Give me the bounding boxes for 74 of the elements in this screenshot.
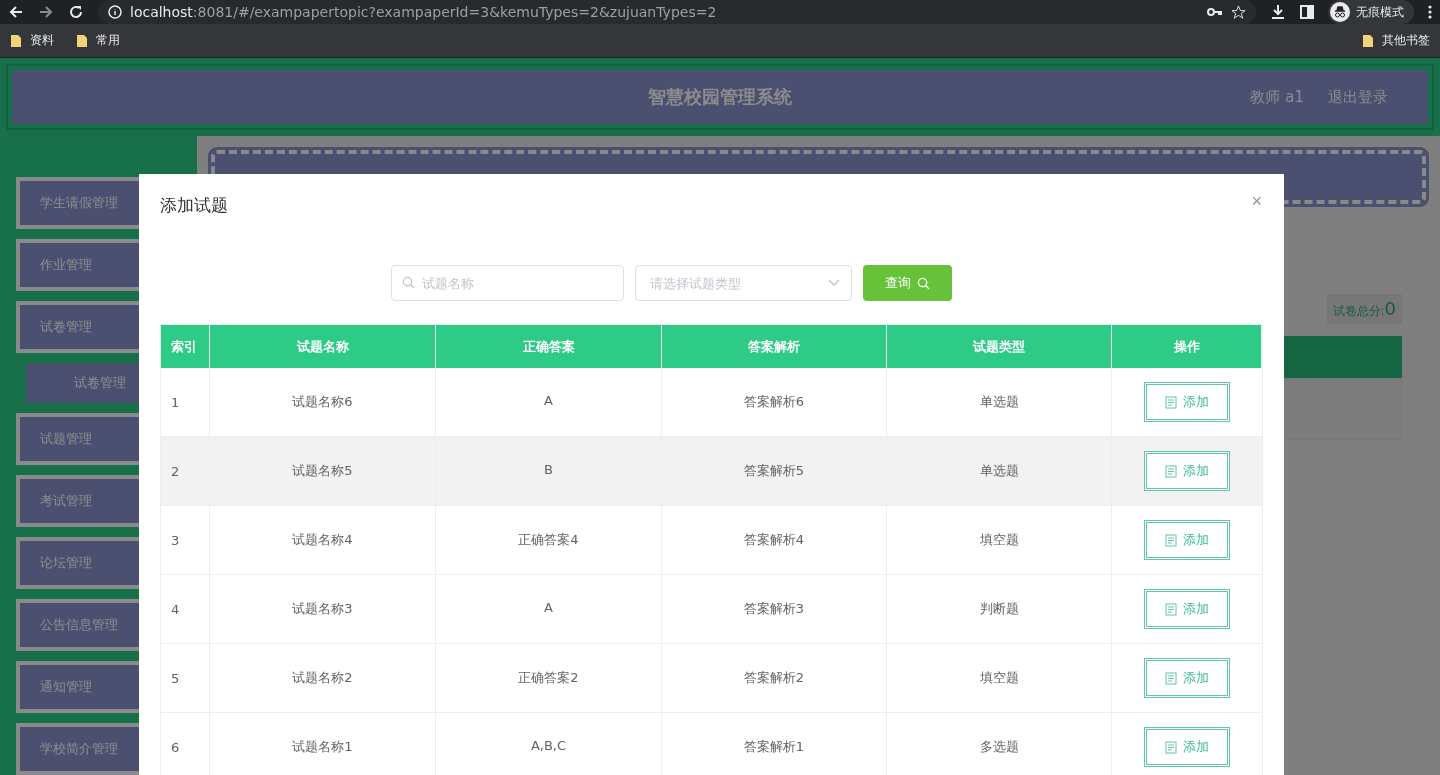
table-cell: 试题名称6 bbox=[210, 368, 436, 437]
user-name: 教师 a1 bbox=[1250, 87, 1304, 107]
add-button[interactable]: 添加 bbox=[1144, 658, 1230, 698]
table-cell: A bbox=[436, 575, 662, 644]
table-cell: 试题名称4 bbox=[210, 506, 436, 575]
other-bookmarks[interactable]: 其他书签 bbox=[1362, 32, 1430, 49]
folder-icon bbox=[10, 33, 22, 48]
search-field[interactable]: 试题名称 bbox=[391, 265, 624, 301]
query-button[interactable]: 查询 bbox=[863, 265, 952, 301]
search-icon bbox=[402, 276, 415, 289]
column-header: 答案解析 bbox=[662, 325, 887, 368]
add-button[interactable]: 添加 bbox=[1144, 727, 1230, 767]
column-header: 操作 bbox=[1112, 325, 1262, 368]
table-cell: 正确答案2 bbox=[436, 644, 662, 713]
table-cell: 3 bbox=[161, 506, 210, 575]
add-button[interactable]: 添加 bbox=[1144, 451, 1230, 491]
app-title: 智慧校园管理系统 bbox=[648, 85, 792, 109]
table-cell: 5 bbox=[161, 644, 210, 713]
document-icon bbox=[1165, 395, 1177, 409]
table-cell: 填空题 bbox=[887, 506, 1112, 575]
table-cell: 答案解析4 bbox=[662, 506, 887, 575]
table-cell: 2 bbox=[161, 437, 210, 506]
column-header: 索引 bbox=[161, 325, 210, 368]
incognito-label: 无痕模式 bbox=[1356, 3, 1404, 21]
side-panel-icon[interactable] bbox=[1300, 5, 1314, 19]
add-button[interactable]: 添加 bbox=[1144, 520, 1230, 560]
column-header: 正确答案 bbox=[436, 325, 662, 368]
chevron-down-icon bbox=[828, 279, 840, 287]
back-arrow-icon[interactable] bbox=[8, 4, 24, 20]
key-icon[interactable] bbox=[1207, 7, 1223, 17]
close-button[interactable]: × bbox=[1249, 190, 1264, 212]
document-icon bbox=[1165, 671, 1177, 685]
column-header: 试题名称 bbox=[210, 325, 436, 368]
table-cell: 单选题 bbox=[887, 437, 1112, 506]
table-cell: 答案解析5 bbox=[662, 437, 887, 506]
table-cell: 正确答案4 bbox=[436, 506, 662, 575]
info-icon[interactable] bbox=[108, 5, 122, 19]
table-cell: 4 bbox=[161, 575, 210, 644]
table-cell: A bbox=[436, 368, 662, 437]
reload-icon[interactable] bbox=[68, 4, 84, 20]
incognito-chip[interactable]: 无痕模式 bbox=[1328, 0, 1414, 24]
table-cell: 判断题 bbox=[887, 575, 1112, 644]
document-icon bbox=[1165, 740, 1177, 754]
table-cell: 答案解析2 bbox=[662, 644, 887, 713]
table-cell: 试题名称3 bbox=[210, 575, 436, 644]
add-button[interactable]: 添加 bbox=[1144, 382, 1230, 422]
folder-icon bbox=[76, 33, 88, 48]
document-icon bbox=[1165, 533, 1177, 547]
table-cell: 试题名称2 bbox=[210, 644, 436, 713]
more-menu-icon[interactable] bbox=[1428, 5, 1432, 19]
table-cell: 答案解析6 bbox=[662, 368, 887, 437]
table-cell: B bbox=[436, 437, 662, 506]
add-button[interactable]: 添加 bbox=[1144, 589, 1230, 629]
column-header: 试题类型 bbox=[887, 325, 1112, 368]
document-icon bbox=[1165, 464, 1177, 478]
table-cell: 试题名称5 bbox=[210, 437, 436, 506]
url-text: localhost:8081/#/exampapertopic?exampaperId=3&kemuTypes=2&zujuanTypes=2 bbox=[130, 4, 717, 20]
star-icon[interactable] bbox=[1231, 4, 1246, 20]
bookmark[interactable]: 常用 bbox=[76, 32, 120, 49]
table-cell: 单选题 bbox=[887, 368, 1112, 437]
document-icon bbox=[1165, 602, 1177, 616]
incognito-icon bbox=[1330, 2, 1350, 22]
table-cell: 填空题 bbox=[887, 644, 1112, 713]
type-select[interactable]: 请选择试题类型 bbox=[635, 265, 852, 301]
download-icon[interactable] bbox=[1270, 4, 1286, 20]
table-cell: 1 bbox=[161, 368, 210, 437]
total-score: 试卷总分:0 bbox=[1326, 294, 1402, 324]
forward-arrow-icon[interactable] bbox=[38, 4, 54, 20]
address-bar[interactable]: localhost:8081/#/exampapertopic?exampaperId=3&kemuTypes=2&zujuanTypes=2 bbox=[98, 0, 1256, 24]
bookmark[interactable]: 资料 bbox=[10, 32, 54, 49]
table-cell: 答案解析3 bbox=[662, 575, 887, 644]
search-icon bbox=[917, 276, 930, 290]
folder-icon bbox=[1362, 33, 1374, 48]
logout-link[interactable]: 退出登录 bbox=[1328, 87, 1388, 107]
